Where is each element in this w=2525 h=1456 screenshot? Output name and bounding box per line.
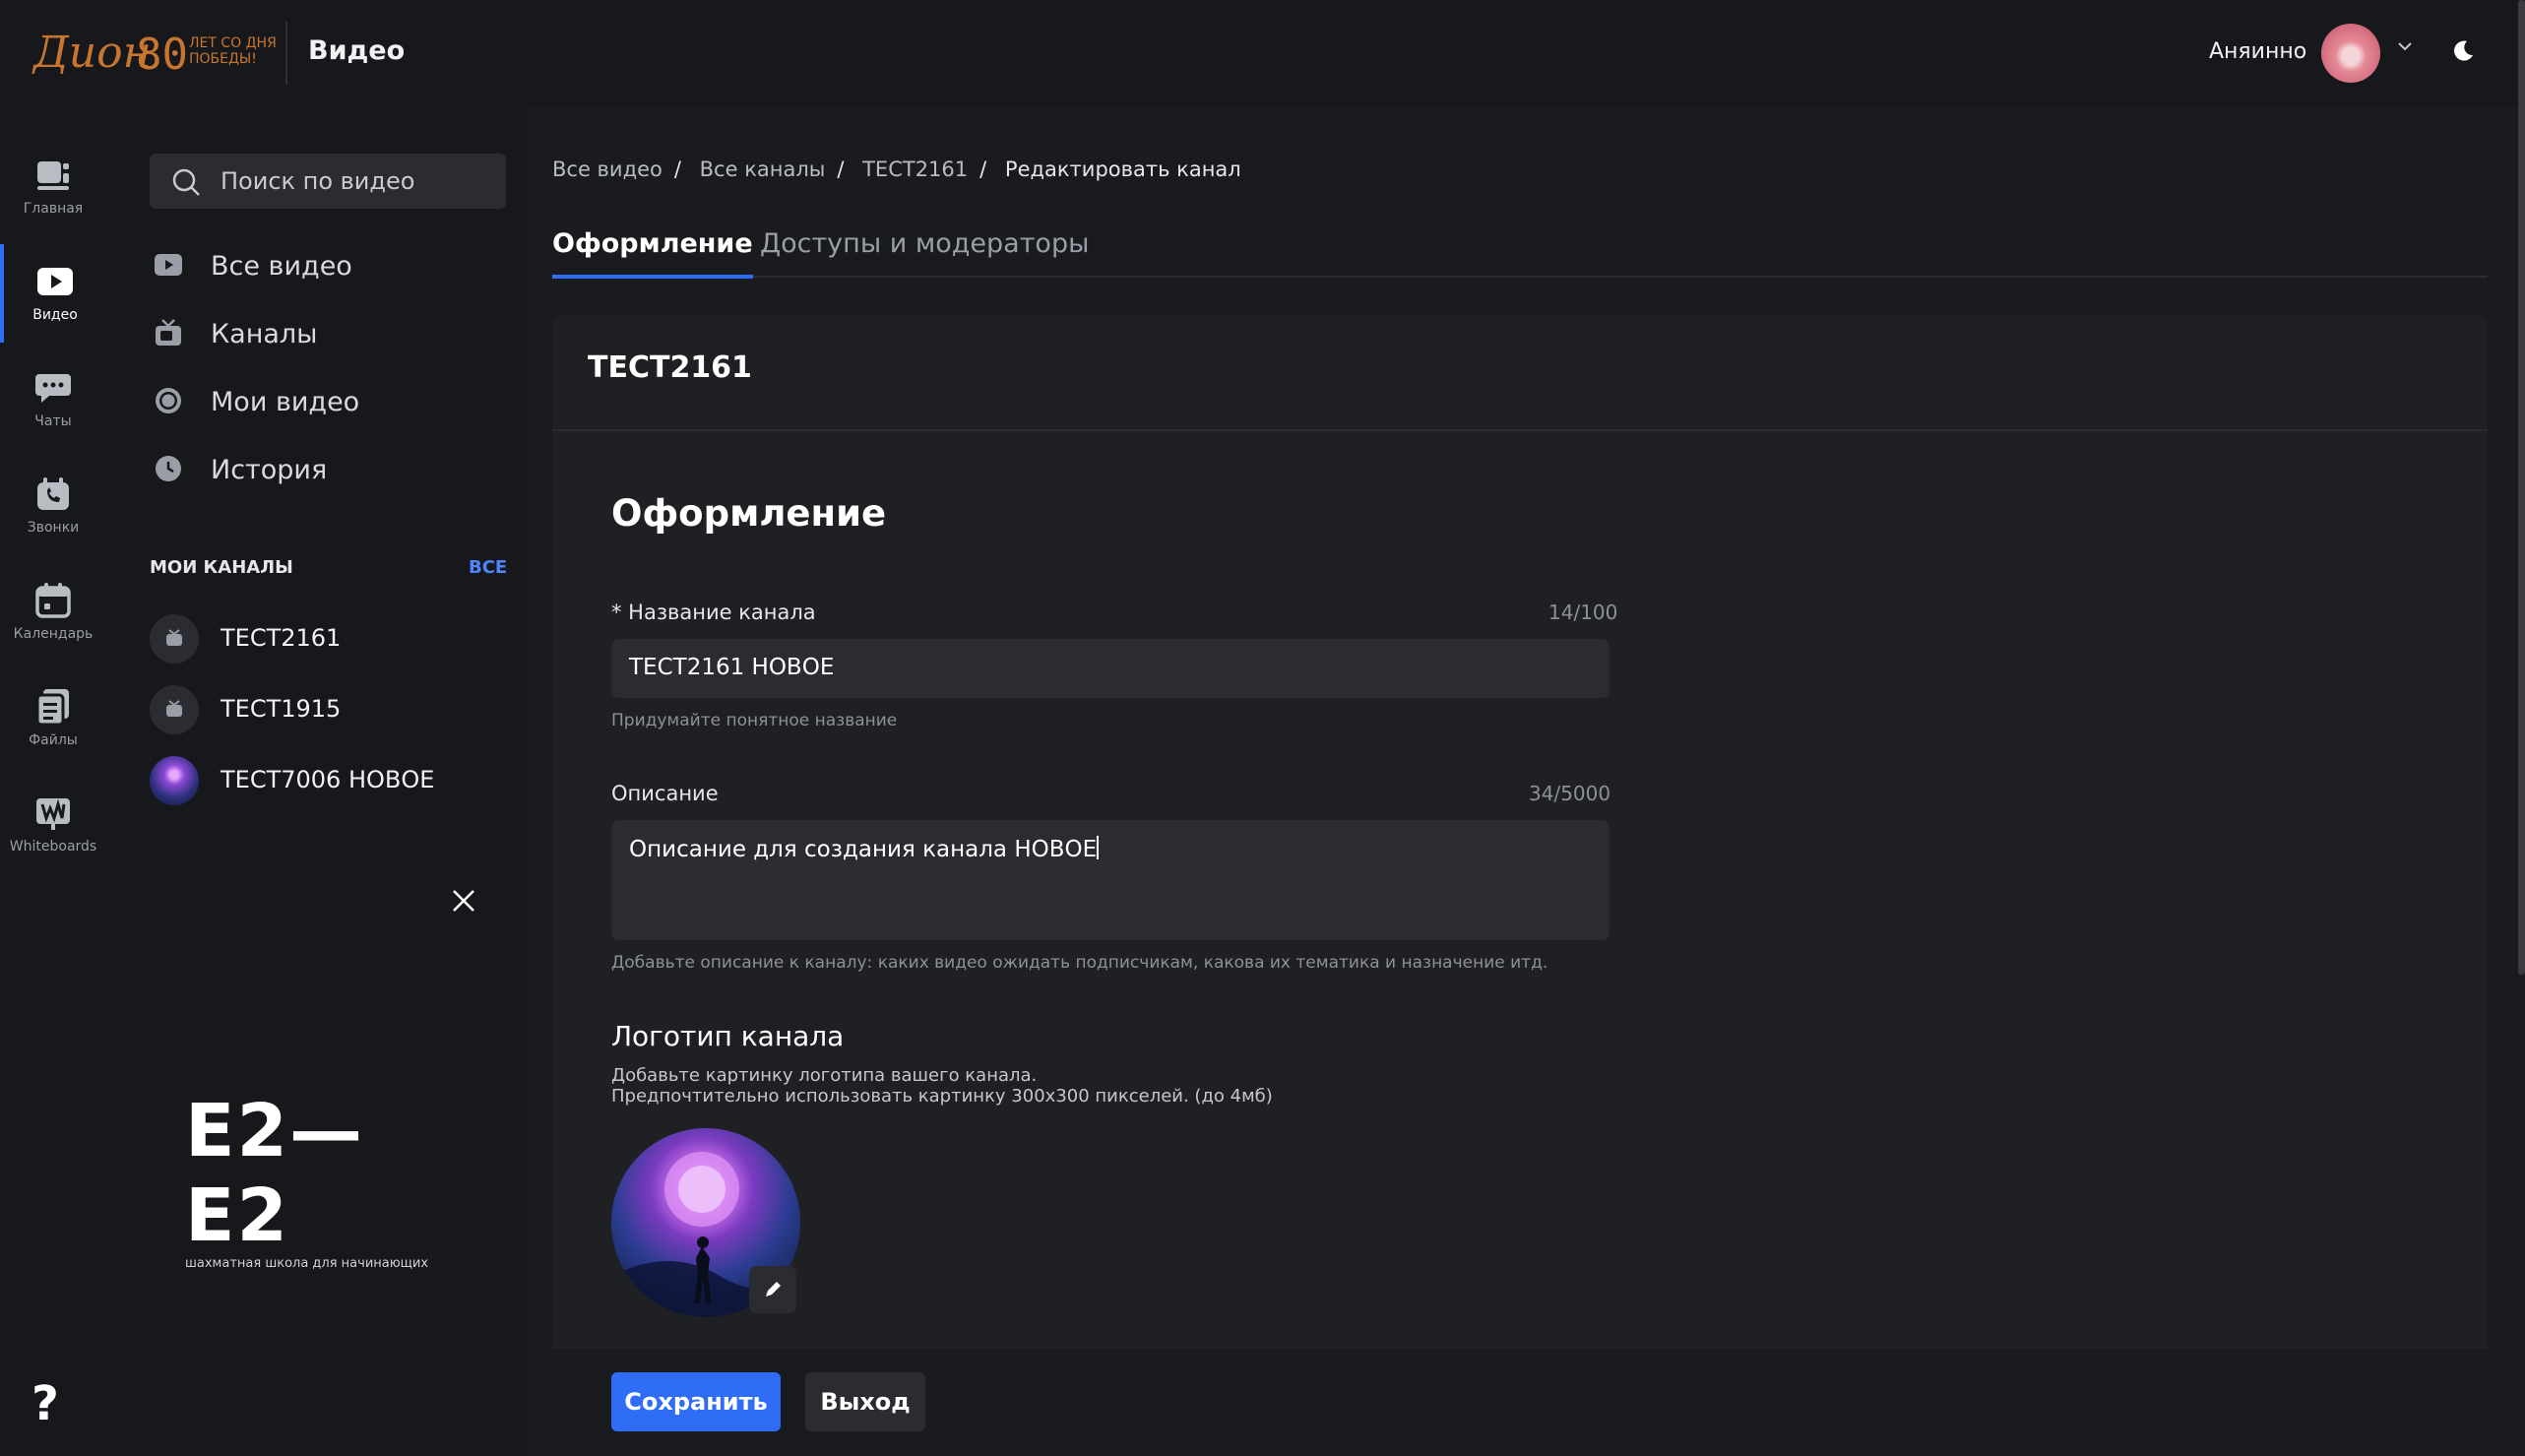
channel-name-hint: Придумайте понятное название [611, 711, 898, 730]
logo-tagline: ЛЕТ СО ДНЯ ПОБЕДЫ! [189, 35, 277, 67]
description-counter: 34/5000 [1529, 782, 1611, 805]
channel-item[interactable]: ТЕСТ1915 [150, 681, 504, 736]
nav-my-videos[interactable]: Мои видео [150, 378, 504, 425]
nav-label: История [211, 455, 328, 485]
channel-avatar [150, 756, 199, 805]
phone-icon [33, 475, 73, 514]
rail-item-files[interactable]: Файлы [0, 669, 106, 768]
search-placeholder: Поиск по видео [221, 167, 415, 195]
channel-item[interactable]: ТЕСТ7006 НОВОЕ [150, 752, 504, 807]
nav-label: Все видео [211, 251, 352, 282]
description-textarea[interactable]: Описание для создания канала НОВОЕ [611, 820, 1610, 940]
rail-label: Видео [32, 307, 78, 323]
avatar[interactable] [2321, 24, 2380, 83]
rail-item-home[interactable]: Главная [0, 138, 106, 236]
rail-label: Файлы [29, 732, 78, 748]
logo-text: Дион [33, 28, 152, 78]
channel-name: ТЕСТ1915 [221, 695, 342, 723]
search-input[interactable]: Поиск по видео [150, 154, 506, 209]
app-rail: Главная Видео Чаты Звонки Календарь Файл… [0, 106, 106, 1456]
rail-item-calls[interactable]: Звонки [0, 457, 106, 555]
breadcrumb-current: Редактировать канал [1004, 158, 1241, 181]
channel-name-label: * Название канала [611, 601, 816, 624]
whiteboard-icon [33, 793, 73, 833]
play-icon [154, 250, 183, 280]
edit-logo-button[interactable] [749, 1266, 796, 1313]
page-scrollbar[interactable] [2518, 0, 2525, 975]
files-icon [33, 687, 73, 727]
tab-access[interactable]: Доступы и модераторы [760, 228, 1089, 275]
channel-name-input[interactable]: ТЕСТ2161 НОВОЕ [611, 639, 1610, 698]
exit-button[interactable]: Выход [805, 1372, 925, 1431]
rail-label: Чаты [34, 413, 72, 429]
my-channels-label: МОИ КАНАЛЫ [150, 557, 293, 578]
promo-subtitle: шахматная школа для начинающих [185, 1256, 429, 1271]
breadcrumb-link[interactable]: ТЕСТ2161 [862, 158, 968, 181]
nav-all-videos[interactable]: Все видео [150, 242, 504, 289]
nav-history[interactable]: История [150, 446, 504, 493]
channel-name-counter: 14/100 [1548, 601, 1618, 624]
save-button[interactable]: Сохранить [611, 1372, 781, 1431]
record-icon [154, 386, 183, 415]
channel-avatar [150, 685, 199, 734]
breadcrumb: Все видео / Все каналы / ТЕСТ2161 / Редакти… [552, 158, 1249, 181]
rail-item-whiteboards[interactable]: Whiteboards [0, 776, 106, 874]
promo-title: E2—E2 [185, 1089, 365, 1258]
channel-name: ТЕСТ7006 НОВОЕ [221, 766, 435, 793]
rail-item-chats[interactable]: Чаты [0, 350, 106, 449]
section-title: Оформление [611, 492, 887, 535]
description-label: Описание [611, 782, 719, 805]
dion-logo[interactable]: Дион 80 ЛЕТ СО ДНЯ ПОБЕДЫ! [33, 24, 277, 85]
tab-bar: Оформление Доступы и модераторы [552, 224, 2488, 279]
nav-label: Мои видео [211, 387, 360, 417]
channel-avatar [150, 614, 199, 664]
tab-design[interactable]: Оформление [552, 228, 753, 279]
rail-item-video[interactable]: Видео [0, 244, 106, 343]
rail-label: Whiteboards [9, 839, 97, 855]
chevron-down-icon[interactable] [2394, 35, 2416, 63]
logo-hint-line2: Предпочтительно использовать картинку 30… [611, 1086, 1273, 1107]
play-icon [35, 262, 75, 301]
chat-icon [33, 368, 73, 408]
app-title: Видео [308, 35, 406, 66]
logo-number: 80 [136, 30, 188, 80]
rail-item-calendar[interactable]: Календарь [0, 563, 106, 662]
logo-section-title: Логотип канала [611, 1020, 845, 1052]
breadcrumb-link[interactable]: Все видео [552, 158, 663, 181]
breadcrumb-link[interactable]: Все каналы [700, 158, 826, 181]
breadcrumb-separator: / [673, 158, 681, 181]
breadcrumb-separator: / [979, 158, 987, 181]
form-footer: Сохранить Выход [552, 1349, 2488, 1456]
moon-icon[interactable] [2449, 37, 2477, 65]
rail-label: Календарь [13, 626, 94, 642]
card-title: ТЕСТ2161 [588, 350, 752, 385]
channel-edit-card: ТЕСТ2161 Оформление * Название канала 14… [552, 315, 2488, 1456]
header-divider [285, 22, 287, 85]
logo-hint-line1: Добавьте картинку логотипа вашего канала… [611, 1065, 1038, 1086]
help-button[interactable]: ? [32, 1376, 59, 1431]
card-header: ТЕСТ2161 [552, 315, 2488, 431]
nav-label: Каналы [211, 319, 318, 349]
calendar-icon [33, 581, 73, 620]
text-caret [1097, 836, 1100, 859]
channel-name: ТЕСТ2161 [221, 624, 342, 652]
description-hint: Добавьте описание к каналу: каких видео … [611, 953, 1548, 973]
breadcrumb-separator: / [837, 158, 845, 181]
tv-icon [154, 318, 183, 348]
rail-label: Главная [23, 201, 84, 217]
description-value: Описание для создания канала НОВОЕ [629, 836, 1100, 862]
top-bar: Дион 80 ЛЕТ СО ДНЯ ПОБЕДЫ! Видео Аняинно [0, 0, 2525, 106]
all-channels-link[interactable]: ВСЕ [469, 557, 507, 578]
promo-banner[interactable]: E2—E2 шахматная школа для начинающих [185, 1089, 451, 1271]
channel-item[interactable]: ТЕСТ2161 [150, 610, 504, 665]
clock-icon [154, 454, 183, 483]
search-icon [171, 167, 201, 197]
rail-label: Звонки [27, 520, 80, 536]
home-video-icon [33, 156, 73, 195]
nav-channels[interactable]: Каналы [150, 310, 504, 357]
close-icon[interactable] [449, 886, 478, 916]
user-name[interactable]: Аняинно [2209, 39, 2306, 64]
channel-name-value: ТЕСТ2161 НОВОЕ [629, 655, 835, 680]
